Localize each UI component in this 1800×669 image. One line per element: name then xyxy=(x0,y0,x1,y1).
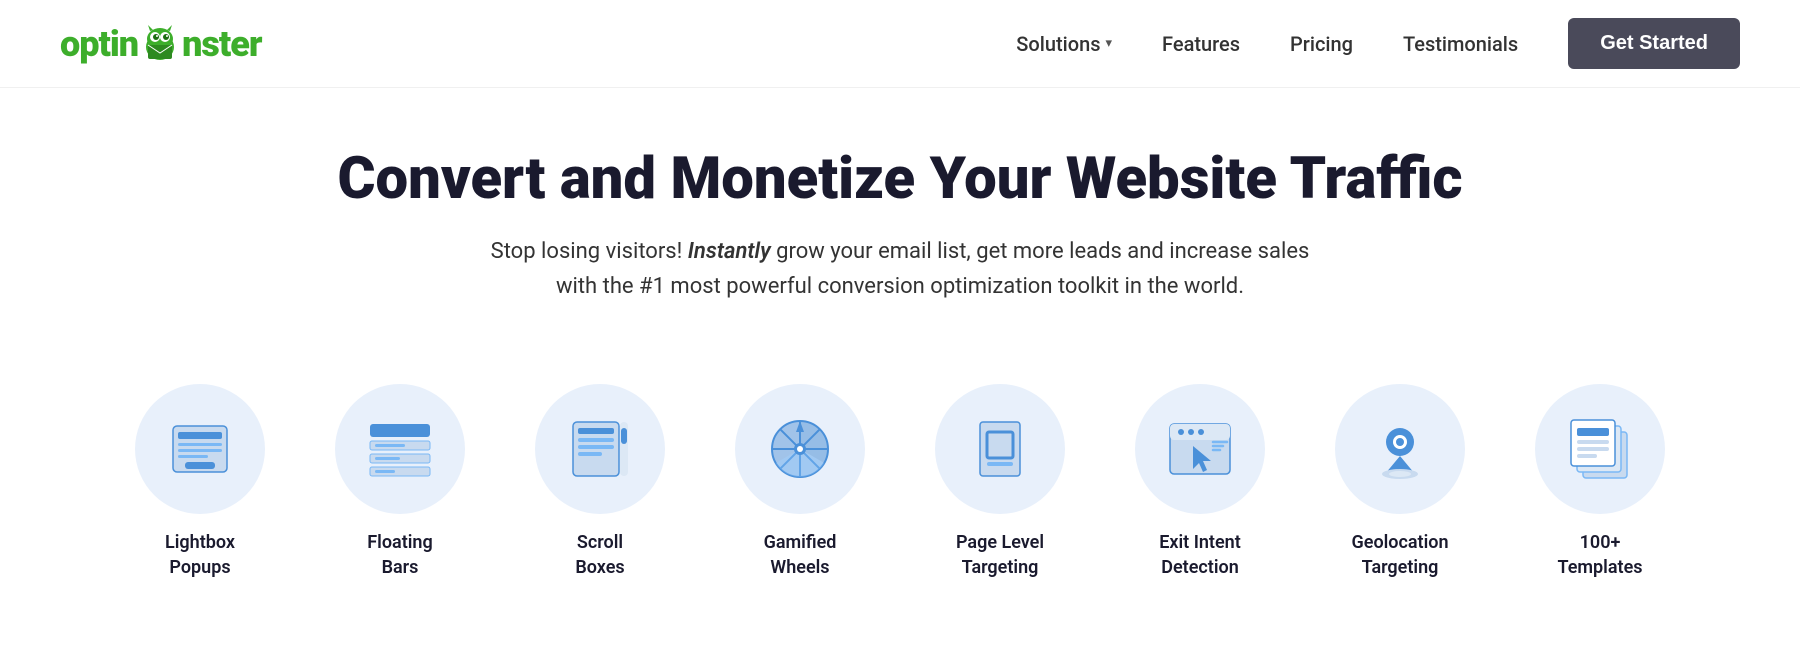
nav-pricing[interactable]: Pricing xyxy=(1290,32,1353,56)
exit-intent-label: Exit IntentDetection xyxy=(1159,530,1241,580)
feature-lightbox: LightboxPopups xyxy=(100,384,300,580)
page-level-icon-wrap xyxy=(935,384,1065,514)
floating-label: FloatingBars xyxy=(367,530,432,580)
floating-icon-wrap xyxy=(335,384,465,514)
chevron-down-icon: ▾ xyxy=(1106,36,1113,51)
gamified-icon-wrap xyxy=(735,384,865,514)
logo[interactable]: optin nster xyxy=(60,23,262,65)
hero-section: Convert and Monetize Your Website Traffi… xyxy=(0,88,1800,344)
gamified-label: GamifiedWheels xyxy=(764,530,837,580)
nav-solutions[interactable]: Solutions ▾ xyxy=(1016,32,1112,56)
hero-subtitle: Stop losing visitors! Instantly grow you… xyxy=(470,234,1330,304)
feature-floating: FloatingBars xyxy=(300,384,500,580)
page-level-targeting-icon xyxy=(965,414,1035,484)
templates-icon-wrap xyxy=(1535,384,1665,514)
scroll-icon-wrap xyxy=(535,384,665,514)
geolocation-icon-wrap xyxy=(1335,384,1465,514)
exit-intent-icon-wrap xyxy=(1135,384,1265,514)
floating-bars-icon xyxy=(365,414,435,484)
feature-geolocation: GeolocationTargeting xyxy=(1300,384,1500,580)
nav-testimonials[interactable]: Testimonials xyxy=(1403,32,1518,56)
lightbox-icon xyxy=(165,414,235,484)
feature-gamified: GamifiedWheels xyxy=(700,384,900,580)
logo-text-after: nster xyxy=(182,23,261,65)
logo-monster-icon xyxy=(139,23,181,65)
gamified-wheels-icon xyxy=(765,414,835,484)
feature-templates: 100+Templates xyxy=(1500,384,1700,580)
hero-title: Convert and Monetize Your Website Traffi… xyxy=(20,148,1780,212)
header: optin nster xyxy=(0,0,1800,88)
feature-exit-intent: Exit IntentDetection xyxy=(1100,384,1300,580)
logo-text: optin xyxy=(60,23,138,65)
geolocation-targeting-icon xyxy=(1365,414,1435,484)
scroll-boxes-icon xyxy=(565,414,635,484)
templates-label: 100+Templates xyxy=(1557,530,1642,580)
exit-intent-detection-icon xyxy=(1165,414,1235,484)
get-started-button[interactable]: Get Started xyxy=(1568,18,1740,69)
feature-scroll: ScrollBoxes xyxy=(500,384,700,580)
feature-page-level: Page LevelTargeting xyxy=(900,384,1100,580)
main-nav: Solutions ▾ Features Pricing Testimonial… xyxy=(1016,18,1740,69)
nav-features[interactable]: Features xyxy=(1162,32,1240,56)
page-level-label: Page LevelTargeting xyxy=(956,530,1044,580)
lightbox-icon-wrap xyxy=(135,384,265,514)
scroll-label: ScrollBoxes xyxy=(575,530,624,580)
templates-icon xyxy=(1565,414,1635,484)
geolocation-label: GeolocationTargeting xyxy=(1351,530,1448,580)
lightbox-label: LightboxPopups xyxy=(165,530,235,580)
features-row: LightboxPopups FloatingBars xyxy=(0,344,1800,610)
